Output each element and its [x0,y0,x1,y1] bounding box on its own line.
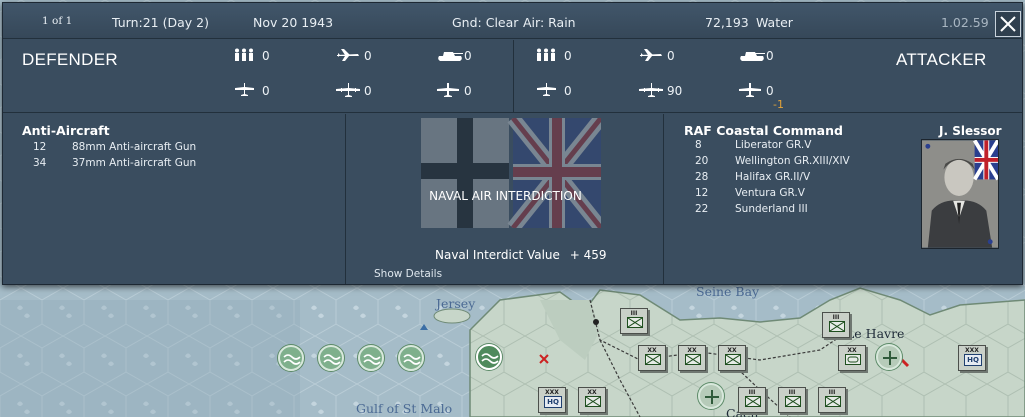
defender-title: DEFENDER [22,50,118,69]
naval-unit-icon[interactable] [278,345,304,371]
unit-counter[interactable]: XX [718,345,746,371]
attacker-unit-row: 12 Ventura GR.V [695,187,925,201]
defender-unit-row: 34 37mm Anti-aircraft Gun [33,157,333,171]
unit-name: 37mm Anti-aircraft Gun [72,157,197,169]
attacker-infantry-value: 0 [564,49,572,63]
force-summary: DEFENDER ATTACKER 0 0 0 0 0 0 0 0 0 0 90… [3,40,1022,113]
defender-tank-value: 0 [464,49,472,63]
airbase-icon[interactable] [876,344,902,370]
naval-unit-selected-icon[interactable] [476,344,502,370]
hq-counter[interactable]: XXX HQ [538,387,566,413]
nation-flags-background [421,118,601,228]
defender-group-title: Anti-Aircraft [22,123,110,138]
unit-counter[interactable]: III [620,308,648,334]
close-button[interactable] [995,11,1021,37]
map-label-seine-bay: Seine Bay [696,284,760,299]
commander-portrait[interactable] [921,139,999,249]
unit-counter[interactable]: XX [678,345,706,371]
attacker-tank-value: 0 [766,49,774,63]
unit-counter[interactable]: III [738,387,766,413]
infantry-icon [235,48,253,61]
attacker-units-column: RAF Coastal Command J. Slessor 8 Liberat… [665,114,1022,284]
fighter-icon [640,49,662,61]
attacker-group-title: RAF Coastal Command [684,123,843,138]
recon-plane-icon [537,83,556,96]
commander-name: J. Slessor [939,124,1002,138]
recon-plane-icon [235,83,254,96]
defender-unit-row: 12 88mm Anti-aircraft Gun [33,141,333,155]
unit-counter[interactable]: III [818,387,846,413]
unit-counter[interactable]: XX [638,345,666,371]
attacker-unit-row: 8 Liberator GR.V [695,139,925,153]
unit-name: Liberator GR.V [735,139,812,151]
combat-details: Anti-Aircraft 12 88mm Anti-aircraft Gun … [3,114,1022,284]
defender-transport-value: 0 [464,84,472,98]
mission-type: NAVAL AIR INTERDICTION [429,189,582,203]
unit-name: 88mm Anti-aircraft Gun [72,141,197,153]
unit-counter[interactable]: XX [578,387,606,413]
armor-counter[interactable]: XX [838,345,866,371]
combat-results-panel: 1 of 1 Turn:21 (Day 2) Nov 20 1943 Gnd: … [2,2,1023,285]
close-icon [1000,16,1016,32]
tank-icon [438,52,463,61]
unit-count: 12 [33,141,47,153]
naval-unit-icon[interactable] [318,345,344,371]
terrain-label: Water [756,15,793,30]
transport-plane-icon [739,83,761,97]
defender-infantry-value: 0 [262,49,270,63]
show-details-link[interactable]: Show Details [374,268,442,280]
map-label-jersey: Jersey [436,296,476,311]
attacker-transport-value: 0 [766,84,774,98]
unit-count: 20 [695,155,709,167]
attacker-title: ATTACKER [896,50,987,69]
side-divider [513,40,514,113]
infantry-icon [537,48,555,61]
combat-summary-column: NAVAL AIR INTERDICTION Naval Interdict V… [347,114,664,284]
tank-icon [740,52,765,61]
unit-count: 34 [33,157,47,169]
page-indicator: 1 of 1 [42,15,73,27]
defender-units-column: Anti-Aircraft 12 88mm Anti-aircraft Gun … [3,114,346,284]
unit-name: Sunderland III [735,203,808,215]
interdict-number: + 459 [569,248,607,262]
unit-counter[interactable]: III [822,312,850,338]
unit-name: Wellington GR.XIII/XIV [735,155,850,167]
attacker-unit-row: 22 Sunderland III [695,203,925,217]
attacker-recon-value: 0 [564,84,572,98]
naval-unit-icon[interactable] [398,345,424,371]
airbase-icon[interactable] [698,383,724,409]
naval-unit-icon[interactable] [358,345,384,371]
defender-fighter-value: 0 [364,49,372,63]
unit-name: Ventura GR.V [735,187,805,199]
turn-label: Turn:21 (Day 2) [112,15,209,30]
attacker-bomber-value: 90 [667,84,683,98]
unit-name: Halifax GR.II/V [735,171,811,183]
transport-plane-icon [437,83,459,97]
unit-count: 12 [695,187,709,199]
bomber-icon [639,83,663,97]
attacker-unit-row: 28 Halifax GR.II/V [695,171,925,185]
attacker-unit-row: 20 Wellington GR.XIII/XIV [695,155,925,169]
date-label: Nov 20 1943 [253,15,334,30]
unit-count: 22 [695,203,709,215]
hex-coordinates: 72,193 [705,15,749,30]
naval-interdict-value: Naval Interdict Value + 459 [435,248,607,262]
map-label-le-havre: Le Havre [846,326,905,341]
unit-count: 8 [695,139,702,151]
panel-header: 1 of 1 Turn:21 (Day 2) Nov 20 1943 Gnd: … [3,3,1022,39]
attacker-transport-loss: -1 [773,98,784,111]
map-label-gulf-of-st-malo: Gulf of St Malo [356,401,453,416]
defender-bomber-value: 0 [364,84,372,98]
defender-recon-value: 0 [262,84,270,98]
attacker-fighter-value: 0 [667,49,675,63]
air-condition: Air: Rain [523,15,576,30]
version-label: 1.02.59 [941,15,989,30]
interdict-label: Naval Interdict Value [435,248,560,262]
unit-count: 28 [695,171,709,183]
unit-counter[interactable]: III [778,387,806,413]
fighter-icon [337,49,359,61]
ground-condition: Gnd: Clear [452,15,519,30]
bomber-icon [336,83,360,97]
hq-counter[interactable]: XXX HQ [958,345,986,371]
